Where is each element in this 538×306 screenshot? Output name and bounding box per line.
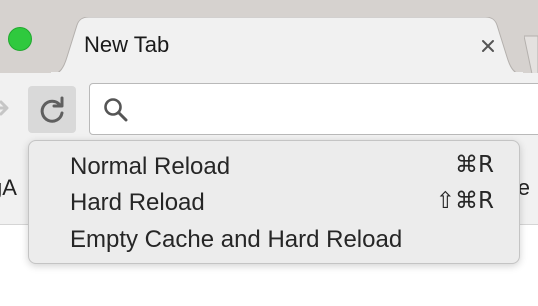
close-icon[interactable] — [478, 36, 498, 56]
reload-icon — [40, 96, 64, 123]
menu-item-shortcut: ⇧⌘R — [435, 188, 494, 214]
search-icon — [104, 98, 128, 122]
menu-item-label: Hard Reload — [70, 189, 205, 216]
title-bar: New Tab — [0, 0, 538, 75]
window-zoom-button[interactable] — [8, 27, 32, 51]
menu-item-hard-reload[interactable]: Hard Reload ⇧⌘R — [29, 184, 519, 220]
bookmark-item-partial[interactable]: gA — [0, 175, 17, 201]
menu-item-normal-reload[interactable]: Normal Reload ⌘R — [29, 148, 519, 184]
tab-new-tab[interactable]: New Tab — [50, 17, 524, 75]
address-bar[interactable] — [89, 83, 538, 135]
forward-arrow-icon[interactable] — [0, 86, 12, 130]
toolbar — [0, 73, 538, 143]
new-tab-button[interactable] — [524, 34, 538, 74]
tab-title: New Tab — [84, 32, 170, 57]
reload-context-menu: Normal Reload ⌘R Hard Reload ⇧⌘R Empty C… — [28, 140, 520, 264]
reload-button[interactable] — [28, 86, 76, 133]
menu-item-label: Normal Reload — [70, 153, 231, 180]
menu-item-label: Empty Cache and Hard Reload — [70, 226, 403, 253]
menu-item-shortcut: ⌘R — [455, 152, 494, 178]
menu-item-empty-cache-hard-reload[interactable]: Empty Cache and Hard Reload — [29, 221, 519, 257]
